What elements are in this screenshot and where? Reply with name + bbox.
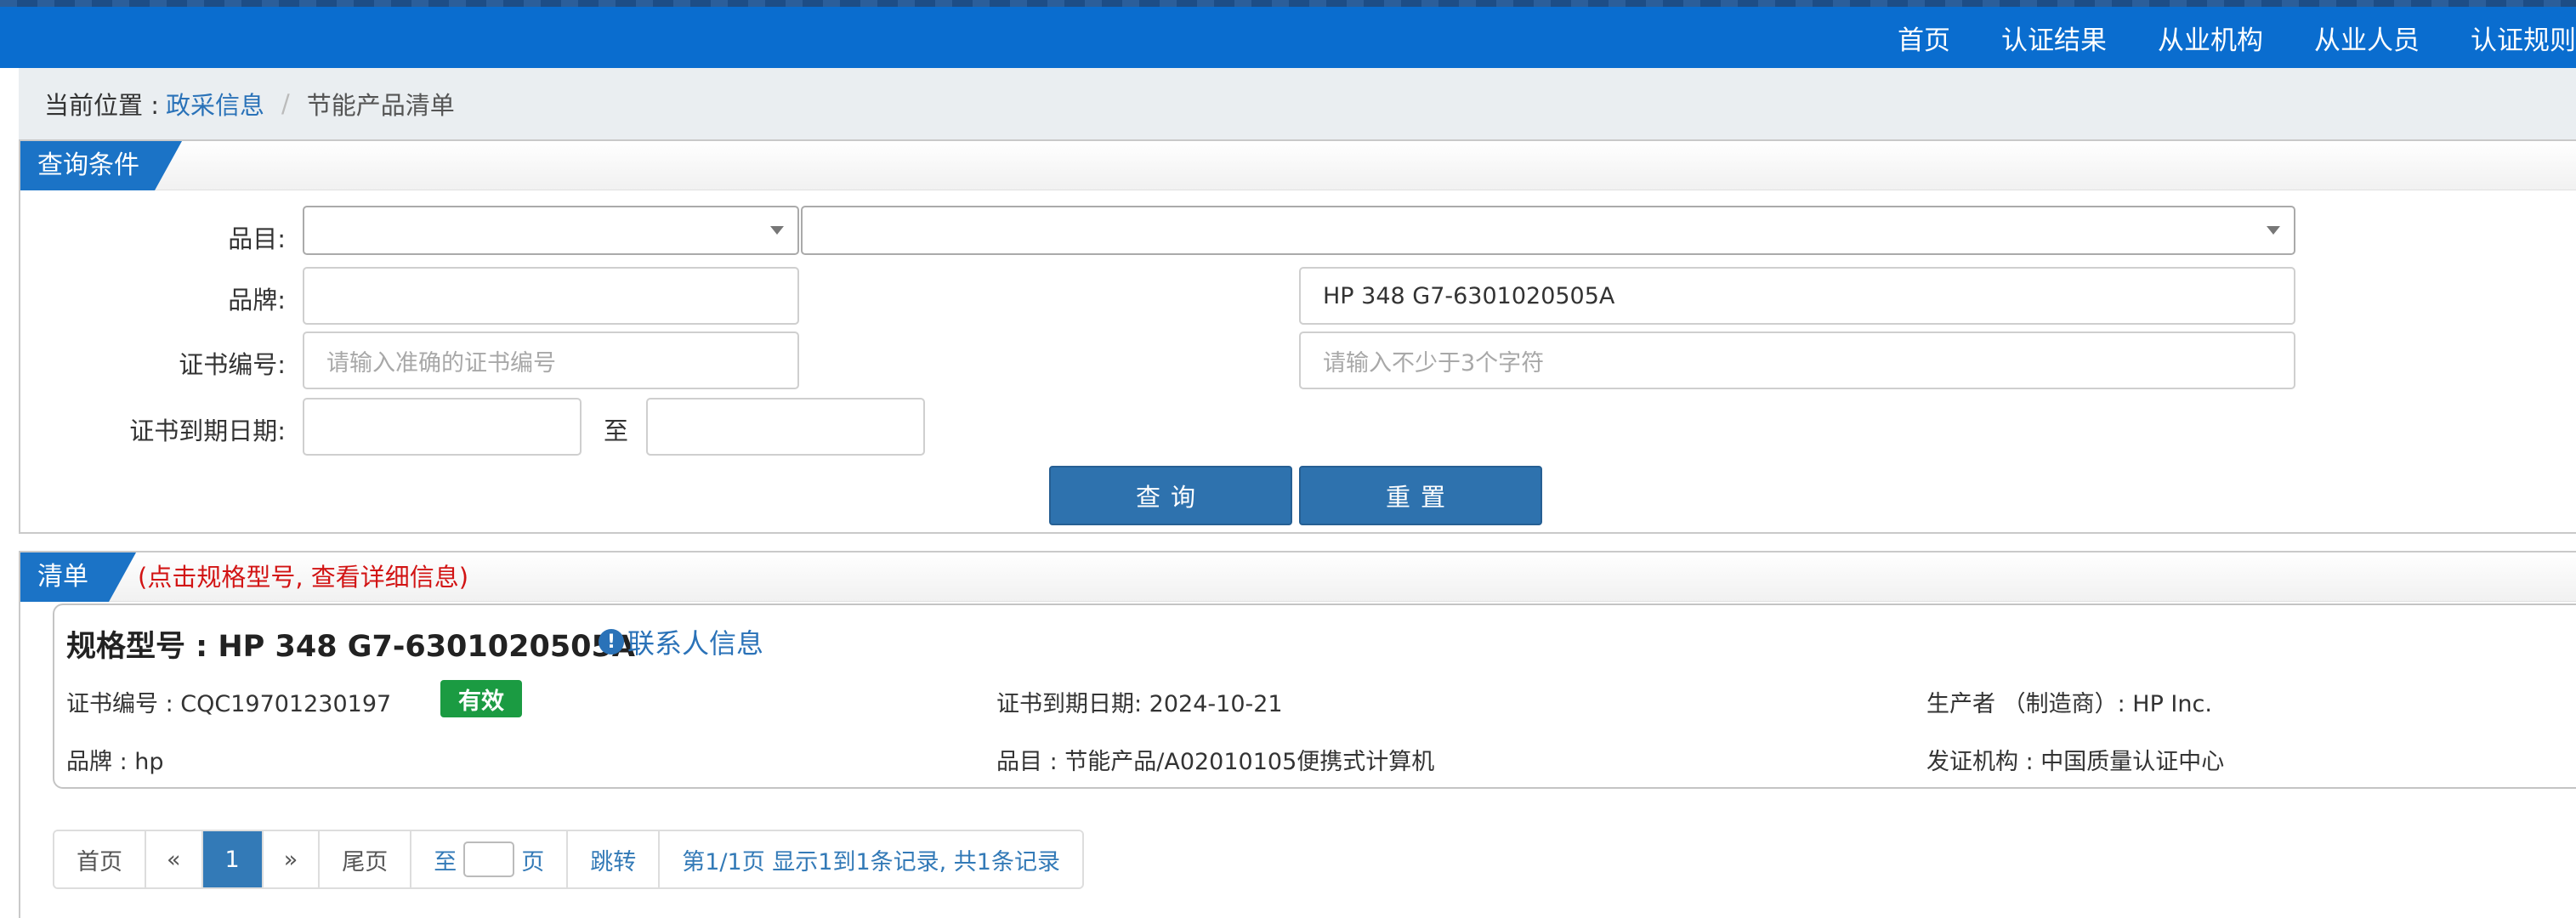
- breadcrumb-label: 当前位置 :: [44, 91, 159, 120]
- page-current[interactable]: 1: [201, 831, 262, 887]
- list-tab-title: 清单: [20, 552, 136, 602]
- contact-info-link[interactable]: ! 联系人信息: [599, 622, 763, 661]
- category-label: 品目:: [228, 224, 286, 253]
- result-card: 规格型号 : HP 348 G7-6301020505A ! 联系人信息 证书编…: [53, 604, 2576, 789]
- cert-no-label: 证书编号:: [179, 350, 286, 379]
- query-button[interactable]: 查询: [1049, 466, 1292, 525]
- expiry-range-to: 至: [604, 416, 629, 445]
- result-brand: 品牌 : hp: [66, 749, 164, 775]
- query-panel-header: 查询条件: [20, 141, 2576, 190]
- producer-input[interactable]: 请输入不少于3个字符: [1299, 332, 2295, 389]
- reset-button[interactable]: 重置: [1299, 466, 1542, 525]
- nav-certification-results[interactable]: 认证结果: [2001, 19, 2107, 57]
- page-goto-prefix: 至: [434, 848, 457, 876]
- breadcrumb-link[interactable]: 政采信息: [166, 86, 264, 122]
- result-cert-no: 证书编号 : CQC19701230197: [66, 691, 392, 717]
- page-next[interactable]: »: [261, 831, 319, 887]
- pagination: 首页 « 1 » 尾页 至 页 跳转 第1/1页 显示1到1条记录, 共1条记录: [53, 830, 1084, 889]
- expiry-to-input[interactable]: [646, 398, 925, 456]
- caret-down-icon: [2267, 226, 2280, 235]
- cert-no-input[interactable]: 请输入准确的证书编号: [303, 332, 799, 389]
- page-prev[interactable]: «: [145, 831, 201, 887]
- query-panel: 查询条件 品目: 品牌: 规格型号: HP 348 G7-6301020505A…: [19, 139, 2576, 534]
- page-goto: 至 页: [410, 831, 567, 887]
- result-producer: 生产者 （制造商）: HP Inc.: [1926, 691, 2212, 717]
- nav-certification-rules[interactable]: 认证规则: [2471, 19, 2576, 57]
- page-first[interactable]: 首页: [54, 831, 145, 887]
- breadcrumb-current: 节能产品清单: [306, 91, 455, 120]
- main-nav: 首页 认证结果 从业机构 从业人员 认证规则: [1898, 7, 2576, 68]
- breadcrumb: 当前位置 : 政采信息 / 节能产品清单: [19, 68, 2576, 139]
- contact-info-label: 联系人信息: [627, 627, 764, 660]
- model-input[interactable]: HP 348 G7-6301020505A: [1299, 267, 2295, 325]
- query-tab-title: 查询条件: [20, 141, 182, 190]
- result-category: 品目 : 节能产品/A02010105便携式计算机: [996, 749, 1435, 775]
- brand-input[interactable]: [303, 267, 799, 325]
- list-hint: (点击规格型号, 查看详细信息): [138, 563, 469, 592]
- category-select-primary[interactable]: [303, 206, 799, 255]
- nav-home[interactable]: 首页: [1898, 19, 1950, 57]
- expiry-from-input[interactable]: [303, 398, 582, 456]
- page-jump-button[interactable]: 跳转: [566, 831, 659, 887]
- caret-down-icon: [770, 226, 784, 235]
- breadcrumb-separator: /: [281, 89, 290, 118]
- exclamation-circle-icon: !: [599, 629, 624, 654]
- result-expiry: 证书到期日期: 2024-10-21: [996, 691, 1283, 717]
- list-panel-header: 清单 (点击规格型号, 查看详细信息): [20, 552, 2576, 602]
- expiry-label: 证书到期日期:: [129, 416, 286, 445]
- brand-label: 品牌:: [228, 286, 286, 314]
- nav-practitioners[interactable]: 从业人员: [2314, 19, 2420, 57]
- nav-agencies[interactable]: 从业机构: [2158, 19, 2263, 57]
- status-badge: 有效: [440, 680, 522, 717]
- page-number-input[interactable]: [463, 842, 515, 877]
- result-issuer: 发证机构 : 中国质量认证中心: [1926, 749, 2225, 775]
- top-navigation-bar: 首页 认证结果 从业机构 从业人员 认证规则: [0, 0, 2576, 68]
- page-summary: 第1/1页 显示1到1条记录, 共1条记录: [658, 831, 1082, 887]
- result-model-title[interactable]: 规格型号 : HP 348 G7-6301020505A: [66, 622, 635, 666]
- category-select-secondary[interactable]: [801, 206, 2295, 255]
- page-goto-suffix: 页: [521, 848, 545, 876]
- page-last[interactable]: 尾页: [318, 831, 411, 887]
